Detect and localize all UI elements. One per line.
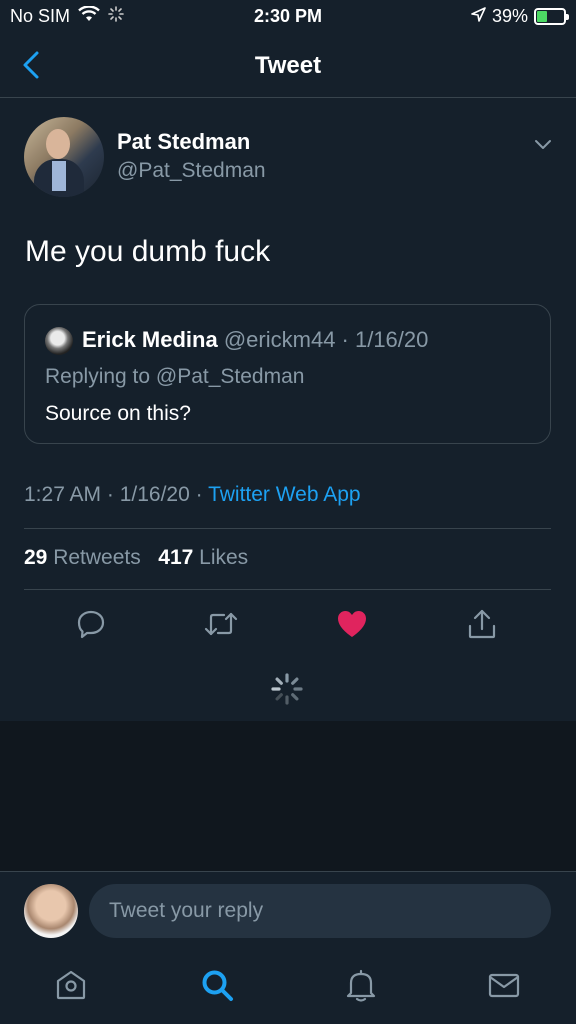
home-icon [56, 970, 86, 1000]
location-arrow-icon [471, 6, 486, 27]
empty-replies-area [0, 721, 576, 871]
likes-count: 417 [158, 546, 194, 569]
tab-messages[interactable] [484, 965, 524, 1005]
divider [24, 589, 551, 590]
tab-bar [0, 949, 576, 1024]
share-icon [468, 609, 496, 639]
tweet-options-button[interactable] [532, 133, 554, 155]
tab-home[interactable] [51, 965, 91, 1005]
tweet-timestamp: 1:27 AM · 1/16/20 · Twitter Web App [24, 483, 361, 507]
retweets-count: 29 [24, 546, 48, 569]
reply-bar: Tweet your reply [0, 871, 576, 949]
loading-spinner [270, 672, 304, 706]
search-icon [202, 970, 233, 1001]
retweet-icon [204, 612, 238, 636]
author-name[interactable]: Pat Stedman [117, 129, 250, 155]
messages-icon [488, 973, 520, 998]
status-bar: No SIM 2:30 PM 39% [0, 0, 576, 34]
author-handle[interactable]: @Pat_Stedman [117, 159, 266, 183]
reply-icon [77, 610, 105, 639]
author-avatar[interactable] [24, 117, 104, 197]
quoted-avatar [45, 327, 73, 355]
tweet-detail: Pat Stedman @Pat_Stedman Me you dumb fuc… [0, 99, 576, 721]
likes-label: Likes [199, 546, 249, 569]
user-avatar[interactable] [24, 884, 78, 938]
quoted-handle-date: @erickm44 · 1/16/20 [223, 327, 429, 352]
battery-percent: 39% [491, 6, 528, 26]
reply-button[interactable] [71, 604, 111, 644]
quoted-replying-to: Replying to @Pat_Stedman [45, 365, 305, 388]
retweet-button[interactable] [201, 604, 241, 644]
retweets-label: Retweets [53, 546, 141, 569]
quoted-name: Erick Medina [82, 327, 218, 352]
timestamp-text: 1:27 AM · 1/16/20 · [24, 483, 209, 506]
tab-search[interactable] [197, 965, 237, 1005]
chevron-down-icon [535, 140, 551, 149]
spinner-icon [271, 673, 303, 705]
tweet-stats: 29 Retweets 417 Likes [24, 546, 248, 570]
battery-charging-icon [534, 8, 569, 25]
battery-level [537, 11, 548, 22]
tweet-text: Me you dumb fuck [25, 235, 271, 268]
divider [24, 528, 551, 529]
like-button[interactable] [332, 604, 372, 644]
quoted-header: Erick Medina @erickm44 · 1/16/20 [82, 327, 428, 353]
share-button[interactable] [462, 604, 502, 644]
quoted-text: Source on this? [45, 402, 191, 425]
like-icon [338, 611, 366, 637]
likes-stat[interactable]: 417 Likes [158, 546, 248, 569]
reply-input[interactable]: Tweet your reply [89, 884, 551, 938]
page-title: Tweet [254, 52, 322, 79]
notifications-icon [346, 969, 376, 1002]
source-link[interactable]: Twitter Web App [208, 483, 361, 506]
tweet-actions [0, 604, 576, 644]
tab-notifications[interactable] [341, 965, 381, 1005]
status-right: 39% [471, 6, 569, 27]
retweets-stat[interactable]: 29 Retweets [24, 546, 141, 569]
quoted-tweet[interactable]: Erick Medina @erickm44 · 1/16/20 Replyin… [24, 304, 551, 444]
nav-header: Tweet [0, 34, 576, 98]
